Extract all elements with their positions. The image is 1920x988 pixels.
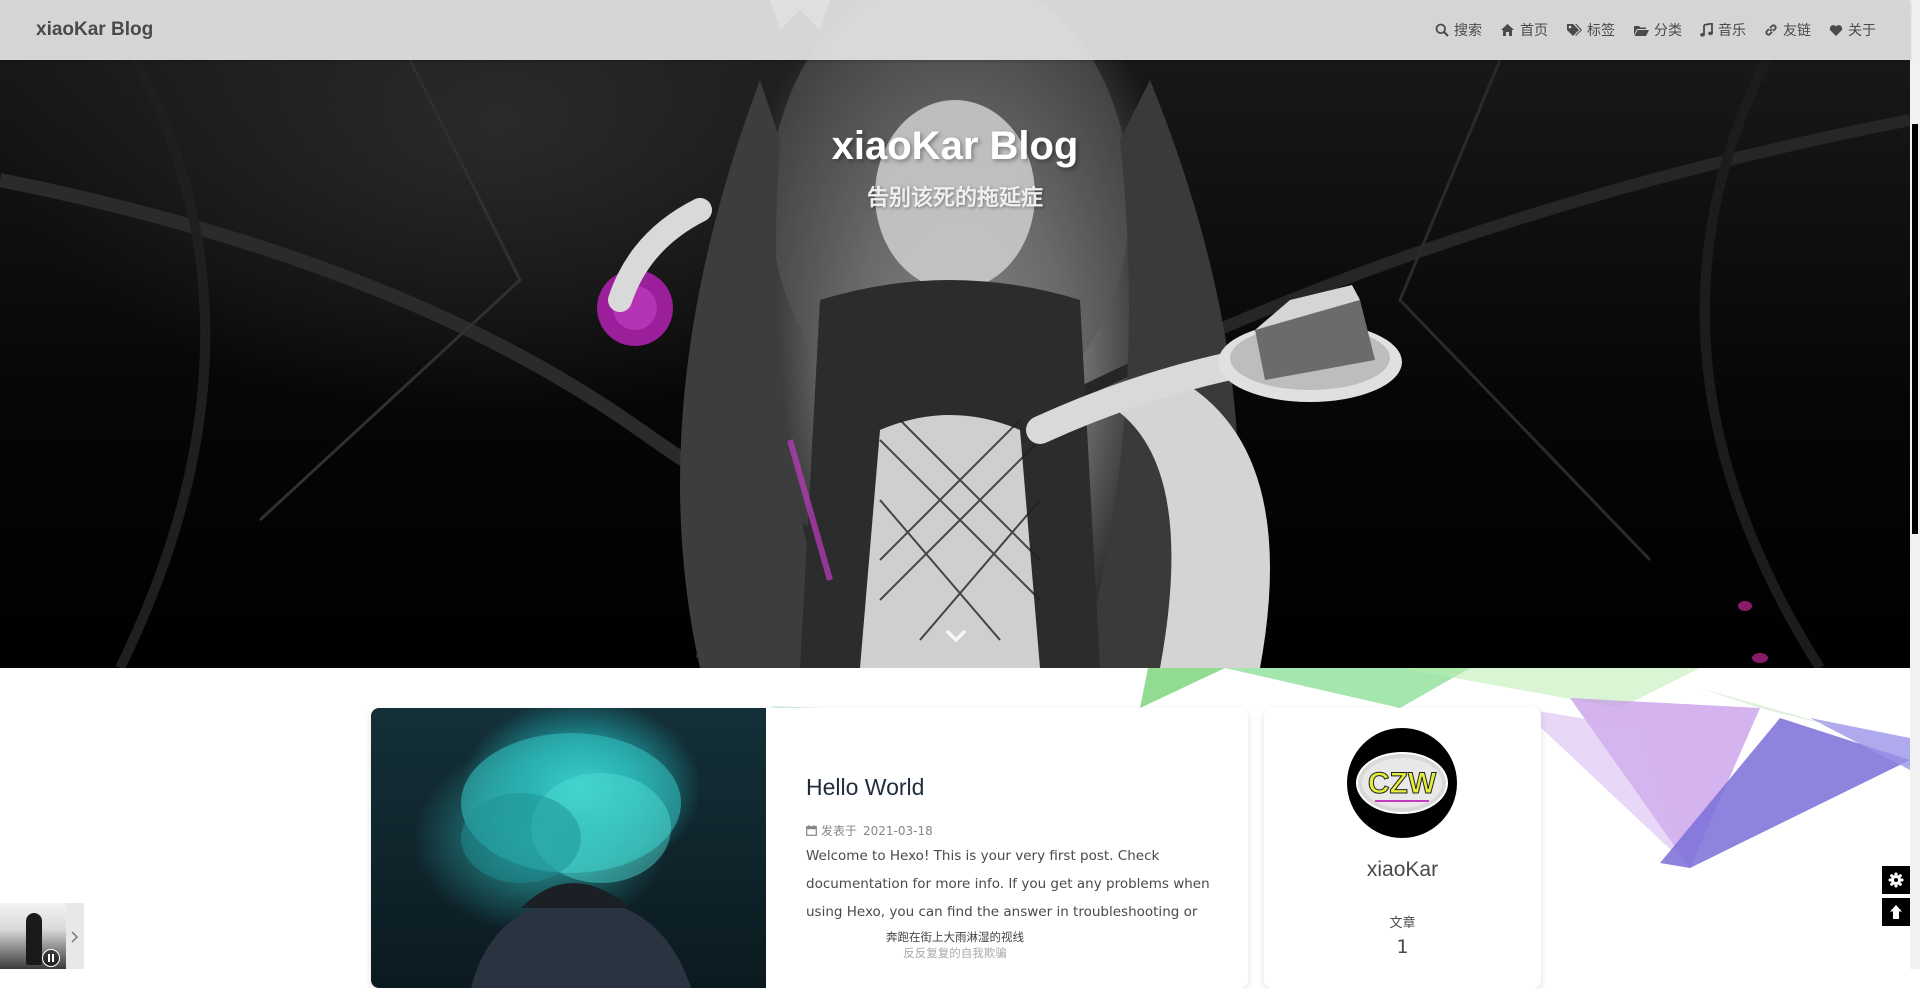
site-brand[interactable]: xiaoKar Blog	[36, 0, 153, 60]
home-icon	[1501, 24, 1514, 36]
nav-item-label: 首页	[1520, 23, 1548, 39]
nav-item-home[interactable]: 首页	[1500, 20, 1548, 40]
author-name: xiaoKar	[1366, 858, 1439, 881]
nav-item-search[interactable]: 搜索	[1435, 20, 1482, 40]
hero-background-art	[0, 0, 1910, 668]
nav-menu: 搜索 首页 标签 分类 音乐 友链 关于	[1417, 0, 1876, 60]
scrollbar-thumb[interactable]	[1912, 124, 1918, 534]
nav-item-label: 音乐	[1718, 23, 1746, 39]
nav-item-about[interactable]: 关于	[1829, 20, 1876, 40]
nav-item-label: 分类	[1654, 23, 1682, 39]
post-title-link[interactable]: Hello World	[806, 774, 924, 801]
hero-banner	[0, 0, 1910, 668]
avatar-logo: CZW	[1347, 728, 1457, 838]
page-scrollbar[interactable]	[1910, 0, 1920, 969]
post-excerpt: Welcome to Hexo! This is your very first…	[806, 848, 1210, 920]
nav-item-categories[interactable]: 分类	[1633, 20, 1682, 40]
post-date-label: 发表于	[821, 824, 858, 838]
post-meta: 发表于 2021-03-18	[806, 822, 933, 839]
chevron-down-icon	[945, 629, 967, 643]
nav-item-label: 关于	[1848, 23, 1876, 39]
author-avatar[interactable]: CZW	[1347, 728, 1457, 842]
nav-item-label: 搜索	[1454, 23, 1482, 39]
site-subtitle: 告别该死的拖延症	[866, 186, 1043, 211]
avatar-text: CZW	[1368, 767, 1437, 800]
player-cover-figure	[26, 913, 42, 965]
search-icon	[1435, 23, 1449, 37]
nav-item-label: 友链	[1783, 23, 1811, 39]
calendar-icon	[806, 825, 817, 836]
settings-button[interactable]	[1882, 866, 1910, 894]
lyric-next: 反反复复的自我欺骗	[903, 946, 1007, 960]
player-expand-toggle[interactable]	[70, 929, 79, 948]
nav-item-label: 标签	[1587, 23, 1615, 39]
pause-icon	[48, 954, 54, 962]
nav-item-friends[interactable]: 友链	[1764, 20, 1811, 40]
top-navbar: xiaoKar Blog 搜索 首页 标签 分类 音乐 友链 关于	[0, 0, 1910, 60]
back-to-top-button[interactable]	[1882, 898, 1910, 926]
arrow-up-icon	[1890, 905, 1902, 919]
player-cover[interactable]	[0, 903, 66, 969]
music-icon	[1700, 23, 1713, 37]
music-player	[0, 903, 84, 969]
scroll-down-button[interactable]	[945, 628, 967, 647]
folder-open-icon	[1634, 25, 1649, 36]
chevron-right-icon	[71, 931, 79, 943]
lyric-current: 奔跑在街上大雨淋湿的视线	[886, 930, 1024, 944]
link-icon	[1765, 24, 1777, 36]
heart-icon	[1829, 24, 1843, 36]
site-title: xiaoKar Blog	[831, 124, 1079, 168]
tags-icon	[1567, 24, 1582, 36]
nav-item-music[interactable]: 音乐	[1700, 20, 1746, 40]
gear-icon	[1888, 872, 1904, 888]
post-date: 2021-03-18	[863, 823, 933, 838]
nav-item-tags[interactable]: 标签	[1566, 20, 1615, 40]
play-pause-button[interactable]	[42, 949, 60, 967]
